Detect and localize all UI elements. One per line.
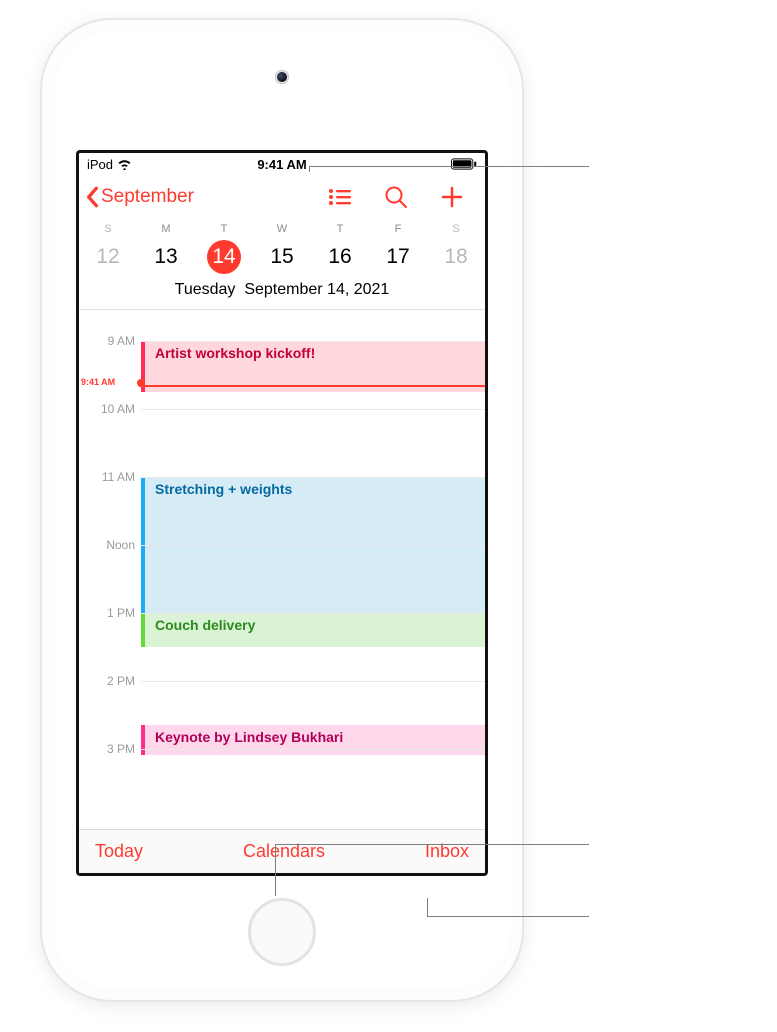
- hour-label: 1 PM: [107, 606, 135, 620]
- battery-icon: [451, 158, 477, 170]
- callout-line: [427, 916, 589, 917]
- back-label: September: [101, 186, 194, 208]
- timeline[interactable]: 9 AM 10 AM 11 AM Noon 1 PM 2 PM 3 PM Artist wo…: [79, 310, 485, 829]
- status-time: 9:41 AM: [79, 157, 485, 172]
- callout-line: [275, 844, 589, 845]
- weekday-letter: S: [79, 223, 137, 235]
- add-button[interactable]: [439, 184, 465, 210]
- weekday-letter: S: [427, 223, 485, 235]
- calendar-event[interactable]: Artist workshop kickoff!: [141, 341, 485, 392]
- hour-label: 9 AM: [108, 334, 135, 348]
- hour-line: [141, 613, 485, 614]
- callout-line: [427, 898, 428, 916]
- hour-label: 11 AM: [102, 470, 135, 484]
- date-heading: Tuesday September 14, 2021: [79, 275, 485, 310]
- calendar-event[interactable]: Couch delivery: [141, 613, 485, 647]
- day-number[interactable]: 12: [79, 239, 137, 275]
- hour-line: [141, 341, 485, 342]
- device-frame: iPod 9:41 AM September: [42, 20, 522, 1000]
- home-button[interactable]: [248, 898, 316, 966]
- day-number[interactable]: 15: [253, 239, 311, 275]
- day-number[interactable]: 13: [137, 239, 195, 275]
- week-header: SMTWTFS 12131415161718 Tuesday September…: [79, 219, 485, 310]
- hour-line: [141, 409, 485, 410]
- hour-label: 3 PM: [107, 742, 135, 756]
- hour-line: [141, 681, 485, 682]
- weekday-name: Tuesday: [175, 281, 236, 298]
- time-gutter: 9 AM 10 AM 11 AM Noon 1 PM 2 PM 3 PM: [79, 310, 141, 829]
- list-view-button[interactable]: [327, 184, 353, 210]
- back-button[interactable]: September: [85, 186, 194, 208]
- current-time-label: 9:41 AM: [81, 377, 118, 387]
- hour-label: 10 AM: [101, 402, 135, 416]
- day-number[interactable]: 18: [427, 239, 485, 275]
- weekday-letter: F: [369, 223, 427, 235]
- hour-line: [141, 749, 485, 750]
- weekday-letter: T: [311, 223, 369, 235]
- callout-line: [275, 844, 276, 896]
- search-button[interactable]: [383, 184, 409, 210]
- weekday-letter: W: [253, 223, 311, 235]
- chevron-left-icon: [85, 186, 99, 208]
- today-button[interactable]: Today: [95, 841, 143, 862]
- current-time-rule: [139, 385, 485, 387]
- camera-icon: [275, 70, 289, 84]
- day-number[interactable]: 14: [195, 239, 253, 275]
- screen: iPod 9:41 AM September: [76, 150, 488, 876]
- day-number[interactable]: 17: [369, 239, 427, 275]
- weekday-letter: T: [195, 223, 253, 235]
- weekday-letter: M: [137, 223, 195, 235]
- wifi-icon: [117, 158, 132, 170]
- hour-line: [141, 545, 485, 546]
- hour-line: [141, 477, 485, 478]
- plus-icon: [441, 186, 463, 208]
- search-icon: [384, 185, 408, 209]
- full-date: September 14, 2021: [244, 281, 389, 298]
- events-area: Artist workshop kickoff!Stretching + wei…: [141, 310, 485, 829]
- callout-line: [309, 166, 589, 167]
- nav-bar: September: [79, 175, 485, 219]
- list-icon: [328, 187, 352, 207]
- carrier-label: iPod: [87, 157, 113, 172]
- day-number[interactable]: 16: [311, 239, 369, 275]
- calendar-event[interactable]: Keynote by Lindsey Bukhari: [141, 725, 485, 755]
- status-bar: iPod 9:41 AM: [79, 153, 485, 175]
- toolbar: Today Calendars Inbox: [79, 829, 485, 873]
- hour-label: Noon: [106, 538, 135, 552]
- hour-label: 2 PM: [107, 674, 135, 688]
